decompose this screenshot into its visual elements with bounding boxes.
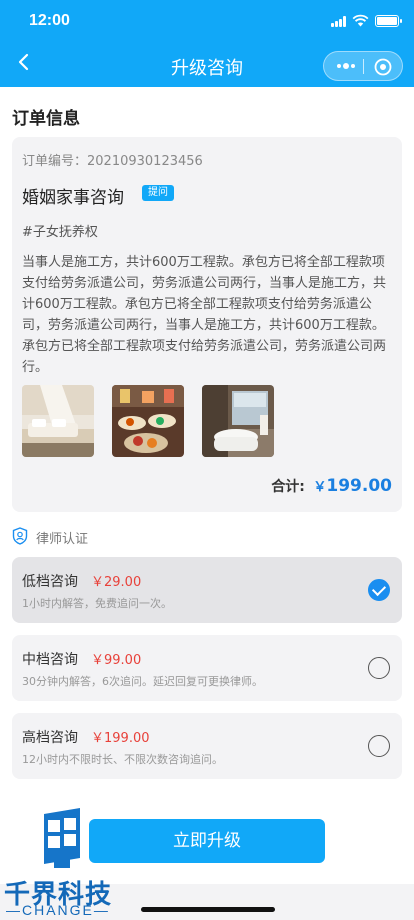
plan-option-low[interactable]: 低档咨询 ￥29.00 1小时内解答，免费追问一次。 (12, 557, 402, 623)
signal-icon (331, 16, 347, 27)
logo-icon (44, 808, 80, 868)
plan-option-high[interactable]: 高档咨询 ￥199.00 12小时内不限时长、不限次数咨询追问。 (12, 713, 402, 779)
plan-desc: 1小时内解答，免费追问一次。 (22, 597, 172, 610)
more-dots-icon[interactable] (334, 58, 358, 74)
order-card: 订单编号：20210930123456 婚姻家事咨询 提问 #子女抚养权 当事人… (12, 137, 402, 512)
question-badge: 提问 (142, 185, 174, 201)
plan-name: 高档咨询 (22, 730, 78, 746)
plan-desc: 12小时内不限时长、不限次数咨询追问。 (22, 753, 223, 766)
total-currency: ￥ (313, 480, 327, 495)
plan-desc: 30分钟内解答，6次追问。延迟回复可更换律师。 (22, 675, 263, 688)
nav-bar: 升级咨询 (0, 44, 414, 87)
case-description: 当事人是施工方，共计600万工程款。承包方已将全部工程款项支付给劳务派遣公司，劳… (22, 255, 387, 375)
plan-price: ￥99.00 (91, 653, 142, 668)
radio-circle-icon[interactable] (368, 657, 390, 679)
case-title: 婚姻家事咨询 (22, 188, 124, 208)
watermark-logo: 千界科技 —CHANGE— (0, 806, 130, 920)
total-label: 合计: (271, 479, 305, 495)
wifi-icon (352, 14, 369, 27)
top-bar: 12:00 升级咨询 (0, 0, 414, 87)
miniprogram-capsule (323, 51, 403, 81)
plan-name: 低档咨询 (22, 574, 78, 590)
shield-icon (12, 527, 28, 545)
buffet-photo[interactable] (112, 385, 184, 457)
plan-price: ￥199.00 (91, 731, 150, 746)
bathroom-photo[interactable] (202, 385, 274, 457)
plan-price: ￥29.00 (91, 575, 142, 590)
status-time: 12:00 (29, 12, 70, 29)
battery-icon (375, 15, 402, 27)
watermark-en: —CHANGE— (6, 902, 110, 918)
order-section-title: 订单信息 (12, 109, 80, 129)
total-amount: 199.00 (326, 476, 392, 496)
radio-circle-icon[interactable] (368, 735, 390, 757)
capsule-divider (363, 59, 364, 74)
plan-option-mid[interactable]: 中档咨询 ￥99.00 30分钟内解答，6次追问。延迟回复可更换律师。 (12, 635, 402, 701)
target-circle-icon[interactable] (374, 58, 392, 76)
bedroom-photo[interactable] (22, 385, 94, 457)
plan-name: 中档咨询 (22, 652, 78, 668)
check-circle-icon[interactable] (368, 579, 390, 601)
home-indicator (141, 907, 275, 912)
order-total: 合计: ￥199.00 (271, 476, 392, 496)
topic-tag: #子女抚养权 (22, 225, 98, 240)
lawyer-auth-label: 律师认证 (36, 532, 89, 547)
status-bar: 12:00 (0, 0, 414, 44)
order-number: 订单编号：20210930123456 (22, 154, 203, 169)
